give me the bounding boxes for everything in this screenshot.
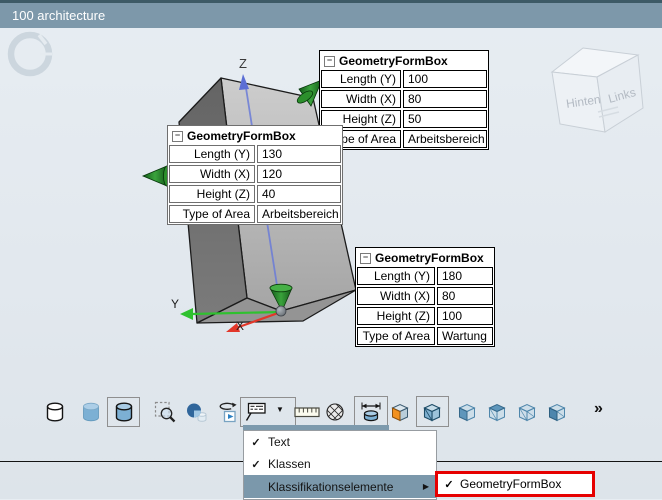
row-label: Height (Z)	[357, 307, 435, 325]
toolbar-cylinder-wireframe-button[interactable]	[42, 399, 68, 425]
row-label: Length (Y)	[357, 267, 435, 285]
table-header: − GeometryFormBox	[357, 249, 493, 267]
menu-item-klassifikationselemente[interactable]: Klassifikationselemente ▶	[244, 475, 436, 498]
collapse-icon[interactable]: −	[360, 252, 371, 264]
cylinder-wireframe-icon	[46, 402, 64, 422]
row-label: Width (X)	[357, 287, 435, 305]
toolbar-cube-solid-blue-button[interactable]	[419, 399, 445, 425]
cylinder-shaded-icon	[83, 402, 99, 422]
row-label: Type of Area	[357, 327, 435, 345]
toolbar-cube-front-face-button[interactable]	[454, 399, 480, 425]
submenu-geometryformbox[interactable]: ✓ GeometryFormBox	[435, 471, 595, 497]
row-label: Height (Z)	[169, 185, 255, 203]
ruler-icon	[294, 407, 320, 418]
toolbar-overflow-button[interactable]: »	[594, 400, 603, 418]
navigation-cube[interactable]: Hinten Links	[550, 47, 644, 133]
zoom-window-icon	[154, 401, 176, 423]
row-value[interactable]: 40	[257, 185, 341, 203]
row-value[interactable]: Wartung	[437, 327, 493, 345]
toolbar-cube-wireframe-button[interactable]	[514, 399, 540, 425]
cube-front-face-icon	[458, 403, 476, 422]
annotation-context-menu: ✓ Text ✓ Klassen Klassifikationselemente…	[243, 430, 437, 500]
check-icon: ✓	[251, 436, 261, 449]
handle-top-arrow[interactable]	[295, 79, 323, 107]
toolbar-cube-top-face-button[interactable]	[484, 399, 510, 425]
dropdown-arrow-icon[interactable]: ▼	[276, 405, 284, 414]
row-label: Width (X)	[321, 90, 401, 108]
row-label: Length (Y)	[321, 70, 401, 88]
toolbar-cube-left-face-button[interactable]	[544, 399, 570, 425]
app-window: { "window": { "title": "100 architecture…	[0, 0, 662, 500]
window-title: 100 architecture	[12, 8, 106, 23]
row-value[interactable]: 130	[257, 145, 341, 163]
toolbar-cylinder-outlined-button[interactable]	[111, 399, 137, 425]
x-axis-label: X	[236, 319, 244, 333]
property-table-2: − GeometryFormBox Length (Y) 130 Width (…	[167, 125, 343, 225]
cylinder-outlined-icon	[115, 402, 133, 422]
cube-top-face-icon	[488, 403, 506, 422]
cube-left-face-icon	[548, 403, 566, 422]
row-label: Length (Y)	[169, 145, 255, 163]
menu-item-label: Text	[268, 435, 291, 449]
cylinder-dimension-icon	[361, 402, 381, 422]
toolbar-rotate-animation-button[interactable]	[215, 399, 241, 425]
row-value[interactable]: 50	[403, 110, 487, 128]
table-header: − GeometryFormBox	[321, 52, 487, 70]
property-table-1: − GeometryFormBox Length (Y) 100 Width (…	[319, 50, 489, 150]
hatched-sphere-icon	[326, 403, 344, 421]
row-value[interactable]: 80	[437, 287, 493, 305]
toolbar-ruler-button[interactable]	[294, 399, 320, 425]
table-title: GeometryFormBox	[187, 129, 296, 143]
submenu-arrow-icon: ▶	[422, 482, 429, 491]
sphere-overlap-icon	[187, 403, 207, 422]
app-logo-watermark	[7, 31, 53, 77]
titlebar: 100 architecture	[0, 3, 662, 28]
cube-orange-face-icon	[391, 403, 409, 422]
property-table-3: − GeometryFormBox Length (Y) 180 Width (…	[355, 247, 495, 347]
z-axis-label: Z	[239, 56, 247, 71]
collapse-icon[interactable]: −	[324, 55, 335, 67]
cube-solid-blue-icon	[423, 403, 441, 422]
annotation-label-icon	[245, 402, 266, 421]
toolbar-cylinder-shaded-button[interactable]	[78, 399, 104, 425]
row-value[interactable]: 180	[437, 267, 493, 285]
row-value[interactable]: 120	[257, 165, 341, 183]
row-value[interactable]: Arbeitsbereich	[403, 130, 487, 148]
toolbar-hatched-sphere-button[interactable]	[322, 399, 348, 425]
menu-item-label: Klassen	[268, 457, 311, 471]
menu-item-klassen[interactable]: ✓ Klassen	[244, 453, 436, 475]
toolbar-zoom-window-button[interactable]	[152, 399, 178, 425]
table-title: GeometryFormBox	[339, 54, 448, 68]
row-value[interactable]: 80	[403, 90, 487, 108]
collapse-icon[interactable]: −	[172, 130, 183, 142]
table-header: − GeometryFormBox	[169, 127, 341, 145]
rotate-animation-icon	[219, 402, 237, 423]
submenu-item-label: GeometryFormBox	[460, 477, 562, 491]
cube-wireframe-icon	[518, 403, 536, 422]
row-value[interactable]: 100	[403, 70, 487, 88]
menu-item-text[interactable]: ✓ Text	[244, 431, 436, 453]
toolbar-annotation-dropdown-button[interactable]	[243, 399, 269, 425]
row-value[interactable]: Arbeitsbereich	[257, 205, 341, 223]
check-icon: ✓	[444, 478, 454, 491]
row-value[interactable]: 100	[437, 307, 493, 325]
row-label: Type of Area	[169, 205, 255, 223]
menu-item-label: Klassifikationselemente	[268, 479, 394, 494]
toolbar-cylinder-dimension-button[interactable]	[358, 399, 384, 425]
toolbar-cube-orange-face-button[interactable]	[387, 399, 413, 425]
row-label: Width (X)	[169, 165, 255, 183]
check-icon: ✓	[251, 458, 261, 471]
table-title: GeometryFormBox	[375, 251, 484, 265]
origin-point[interactable]	[275, 305, 287, 317]
y-axis-label: Y	[171, 297, 179, 311]
toolbar-sphere-overlap-button[interactable]	[183, 399, 209, 425]
